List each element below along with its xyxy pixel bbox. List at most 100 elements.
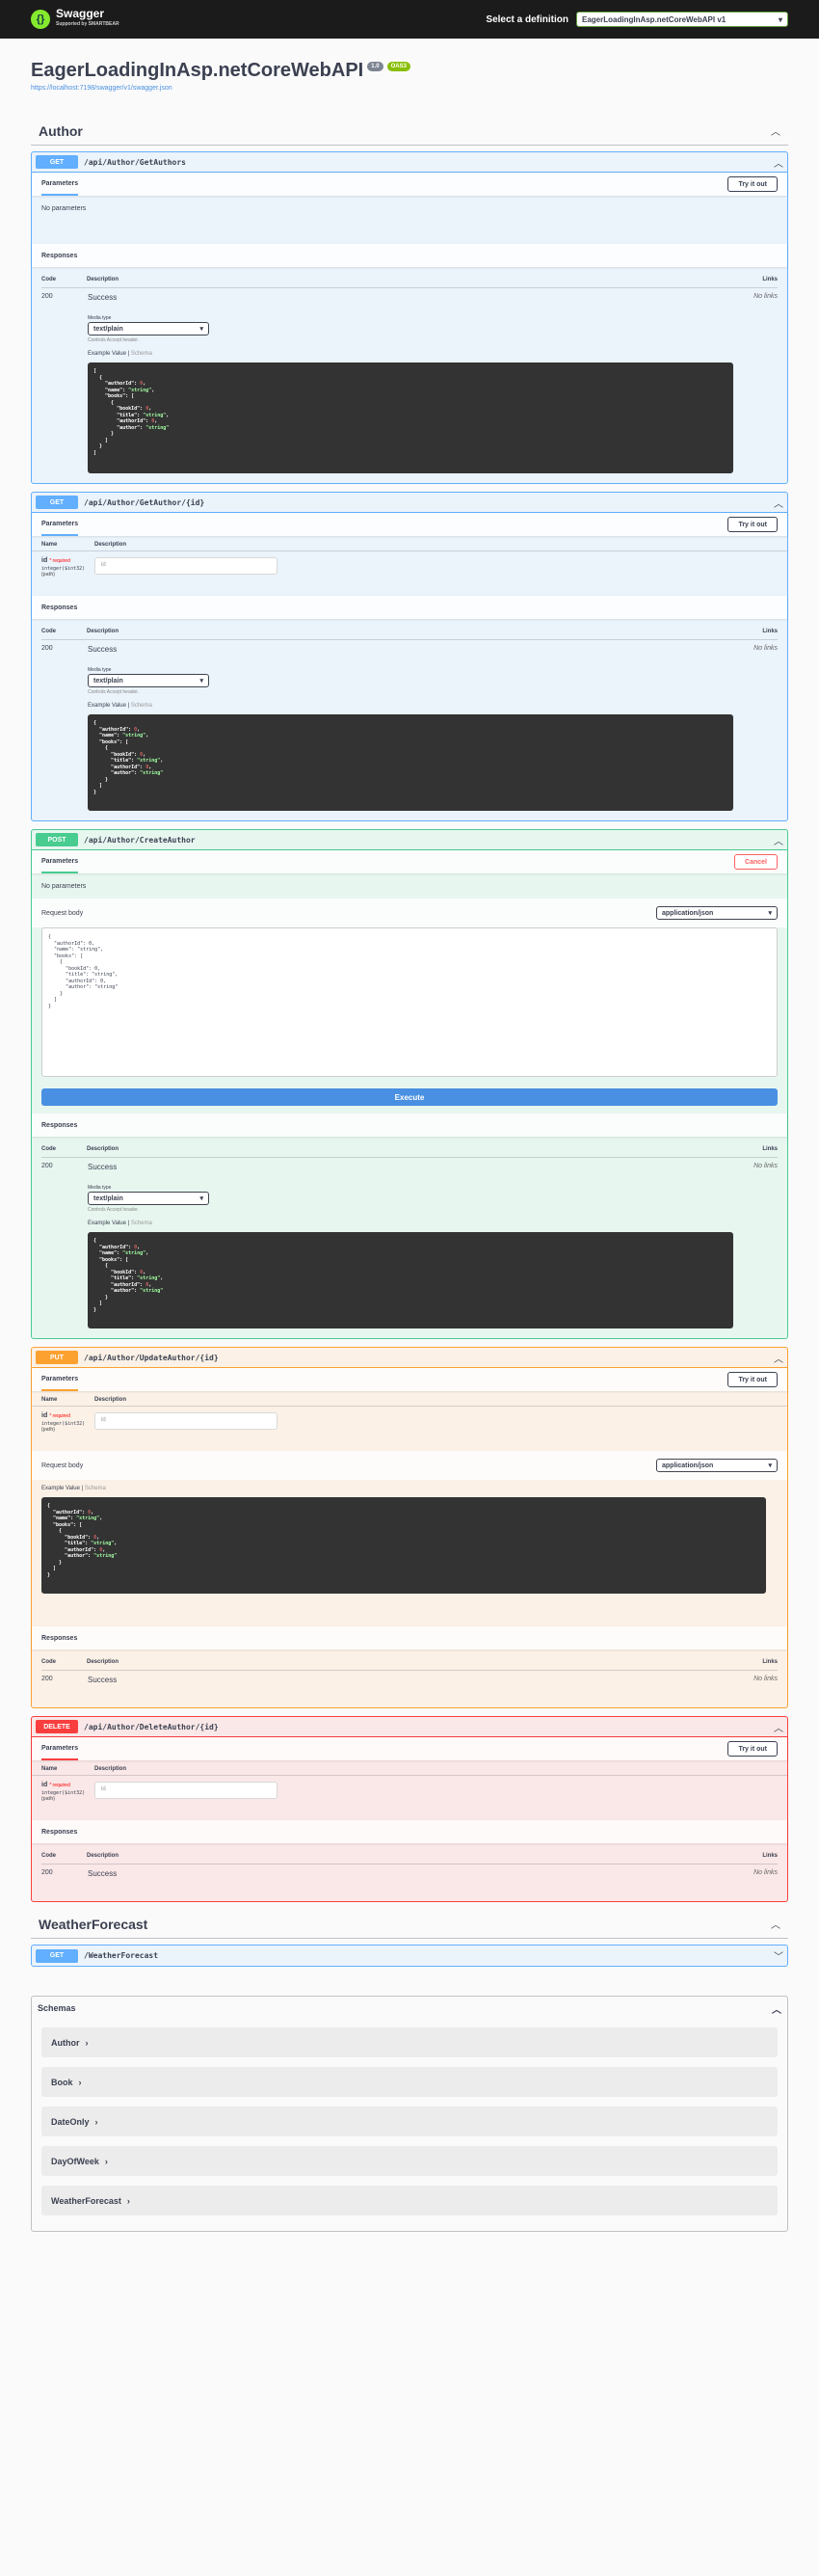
operation-summary[interactable]: PUT/api/Author/UpdateAuthor/{id} ︿ bbox=[32, 1348, 787, 1368]
method-badge: DELETE bbox=[36, 1720, 78, 1733]
operation-get-weather: GET/WeatherForecast ﹀ bbox=[31, 1945, 788, 1967]
cancel-button[interactable]: Cancel bbox=[734, 854, 778, 870]
content-type-select[interactable]: application/json ▾ bbox=[656, 906, 778, 920]
description-header: Description bbox=[94, 1397, 127, 1403]
links-header: Links bbox=[762, 1146, 778, 1152]
chevron-up-icon: ︿ bbox=[772, 2004, 781, 2016]
parameters-tab[interactable]: Parameters bbox=[41, 1737, 79, 1760]
response-code: 200 bbox=[41, 645, 53, 652]
schema-tab[interactable]: Schema bbox=[85, 1486, 106, 1491]
example-value-tab[interactable]: Example Value bbox=[88, 703, 126, 709]
logo-text: Swagger bbox=[56, 7, 105, 20]
no-links-text: No links bbox=[753, 1676, 778, 1682]
schema-item-weatherforecast[interactable]: WeatherForecast › bbox=[41, 2186, 778, 2215]
operation-summary[interactable]: POST/api/Author/CreateAuthor ︿ bbox=[32, 830, 787, 850]
schema-tab[interactable]: Schema bbox=[131, 351, 152, 357]
schemas-header[interactable]: Schemas ︿ bbox=[32, 1997, 787, 2020]
media-type-select[interactable]: text/plain ▾ bbox=[88, 322, 209, 335]
response-code: 200 bbox=[41, 1163, 53, 1169]
request-body-editor[interactable]: { "authorId": 0, "name": "string", "book… bbox=[41, 927, 778, 1077]
no-parameters-text: No parameters bbox=[41, 205, 87, 212]
operation-summary[interactable]: DELETE/api/Author/DeleteAuthor/{id} ︿ bbox=[32, 1717, 787, 1737]
try-it-out-button[interactable]: Try it out bbox=[727, 1741, 778, 1757]
chevron-right-icon: › bbox=[104, 2156, 108, 2166]
media-type-label: Media type bbox=[88, 667, 112, 673]
response-description: Success bbox=[88, 1163, 118, 1171]
parameters-tab[interactable]: Parameters bbox=[41, 1368, 79, 1391]
tag-weather-header[interactable]: WeatherForecast ︿ bbox=[31, 1910, 788, 1939]
example-value-tab[interactable]: Example Value bbox=[41, 1486, 80, 1491]
schema-name: Book bbox=[51, 2077, 73, 2087]
execute-button[interactable]: Execute bbox=[41, 1088, 778, 1106]
param-name: id bbox=[41, 1412, 48, 1419]
no-links-text: No links bbox=[753, 1163, 778, 1169]
media-type-select[interactable]: text/plain ▾ bbox=[88, 674, 209, 687]
chevron-down-icon: ▾ bbox=[768, 910, 772, 917]
id-input[interactable]: id bbox=[94, 557, 277, 575]
version-badge: 1.0 bbox=[367, 62, 383, 71]
chevron-down-icon: ▾ bbox=[768, 1462, 772, 1469]
operation-summary[interactable]: GET/api/Author/GetAuthors ︿ bbox=[32, 152, 787, 173]
try-it-out-button[interactable]: Try it out bbox=[727, 517, 778, 532]
request-body-label: Request body bbox=[41, 1462, 84, 1469]
param-location: (path) bbox=[41, 572, 55, 577]
swagger-logo[interactable]: {} Swagger Supported by SMARTBEAR bbox=[31, 7, 119, 30]
no-links-text: No links bbox=[753, 645, 778, 652]
param-name: id bbox=[41, 1782, 48, 1788]
try-it-out-button[interactable]: Try it out bbox=[727, 176, 778, 192]
links-header: Links bbox=[762, 1853, 778, 1859]
operation-get-author-by-id: GET/api/Author/GetAuthor/{id} ︿ Parameter… bbox=[31, 492, 788, 821]
definition-select[interactable]: EagerLoadingInAsp.netCoreWebAPI v1 ▾ bbox=[576, 12, 788, 27]
media-type-select[interactable]: text/plain ▾ bbox=[88, 1192, 209, 1205]
example-value-tab[interactable]: Example Value bbox=[88, 1221, 126, 1226]
code-header: Code bbox=[41, 277, 56, 282]
chevron-right-icon: › bbox=[78, 2077, 82, 2087]
description-header: Description bbox=[87, 277, 119, 282]
chevron-up-icon: ︿ bbox=[774, 836, 783, 847]
schema-item-dateonly[interactable]: DateOnly › bbox=[41, 2106, 778, 2136]
example-value-tab[interactable]: Example Value bbox=[88, 351, 126, 357]
content-type-select[interactable]: application/json ▾ bbox=[656, 1459, 778, 1472]
operation-path: /api/Author/CreateAuthor bbox=[84, 835, 196, 845]
id-input[interactable]: id bbox=[94, 1782, 277, 1799]
parameters-tab[interactable]: Parameters bbox=[41, 850, 79, 873]
schema-item-author[interactable]: Author › bbox=[41, 2027, 778, 2057]
chevron-up-icon: ︿ bbox=[774, 1354, 783, 1365]
tag-author-header[interactable]: Author ︿ bbox=[31, 117, 788, 146]
operation-path: /api/Author/GetAuthor/{id} bbox=[84, 497, 205, 507]
response-description: Success bbox=[88, 645, 118, 654]
responses-heading: Responses bbox=[41, 1828, 78, 1836]
parameters-tab[interactable]: Parameters bbox=[41, 513, 79, 536]
operation-path: /api/Author/DeleteAuthor/{id} bbox=[84, 1722, 219, 1731]
controls-accept-note: Controls Accept header. bbox=[88, 337, 140, 343]
operation-summary[interactable]: GET/WeatherForecast ﹀ bbox=[32, 1945, 787, 1966]
schema-tab[interactable]: Schema bbox=[131, 703, 152, 709]
schema-item-dayofweek[interactable]: DayOfWeek › bbox=[41, 2146, 778, 2176]
controls-accept-note: Controls Accept header. bbox=[88, 689, 140, 695]
chevron-up-icon: ︿ bbox=[774, 498, 783, 510]
request-body-label: Request body bbox=[41, 909, 84, 917]
responses-heading: Responses bbox=[41, 604, 78, 611]
code-header: Code bbox=[41, 1659, 56, 1665]
try-it-out-button[interactable]: Try it out bbox=[727, 1372, 778, 1387]
operation-update-author: PUT/api/Author/UpdateAuthor/{id} ︿ Parame… bbox=[31, 1347, 788, 1708]
method-badge: GET bbox=[36, 1948, 78, 1963]
topbar: {} Swagger Supported by SMARTBEAR Select … bbox=[0, 0, 819, 39]
parameters-tab[interactable]: Parameters bbox=[41, 173, 79, 196]
controls-accept-note: Controls Accept header. bbox=[88, 1207, 140, 1213]
required-marker: * required bbox=[49, 1783, 70, 1788]
required-marker: * required bbox=[49, 1413, 70, 1419]
operation-summary[interactable]: GET/api/Author/GetAuthor/{id} ︿ bbox=[32, 493, 787, 513]
schema-name: WeatherForecast bbox=[51, 2195, 121, 2206]
code-header: Code bbox=[41, 1853, 56, 1859]
description-header: Description bbox=[94, 1766, 127, 1772]
method-badge: PUT bbox=[36, 1351, 78, 1364]
schemas-title: Schemas bbox=[38, 2003, 76, 2013]
links-header: Links bbox=[762, 1659, 778, 1665]
schema-tab[interactable]: Schema bbox=[131, 1221, 152, 1226]
spec-url-link[interactable]: https://localhost:7198/swagger/v1/swagge… bbox=[31, 85, 788, 92]
schema-item-book[interactable]: Book › bbox=[41, 2067, 778, 2097]
id-input[interactable]: id bbox=[94, 1412, 277, 1430]
description-header: Description bbox=[87, 1146, 119, 1152]
chevron-right-icon: › bbox=[126, 2195, 130, 2206]
